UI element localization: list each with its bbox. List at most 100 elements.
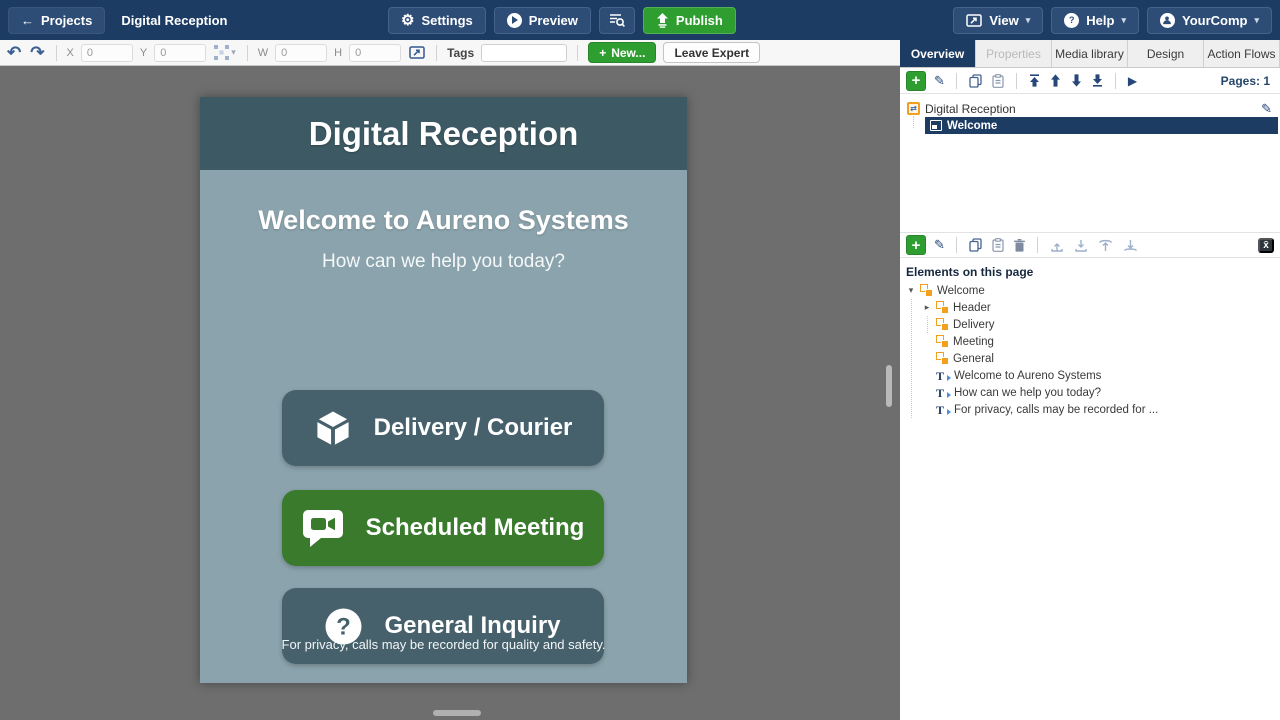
view-menu-button[interactable]: View ▾ [953,7,1043,34]
elements-header: Elements on this page [900,258,1280,282]
copy-page-button[interactable] [968,73,983,89]
move-down-button[interactable] [1070,73,1083,88]
divider [956,237,957,253]
edit-icon[interactable]: ✎ [934,237,945,253]
h-input[interactable] [349,44,401,62]
horizontal-scrollbar[interactable] [433,710,481,716]
element-item-welcome[interactable]: ▾Welcome [900,282,1280,299]
design-preview[interactable]: Digital Reception Welcome to Aureno Syst… [200,97,687,683]
divider [1037,237,1038,253]
vertical-scrollbar[interactable] [886,365,892,407]
design-body[interactable]: Welcome to Aureno Systems How can we hel… [200,170,687,683]
edit-project-button[interactable]: ✎ [1261,101,1280,117]
copy-icon [969,238,982,252]
package-icon [314,410,352,447]
account-menu-button[interactable]: YourComp ▾ [1147,7,1272,34]
element-item-welcome-to-aureno-systems[interactable]: TWelcome to Aureno Systems [900,367,1280,384]
tab-properties[interactable]: Properties [976,40,1052,67]
edit-icon[interactable]: ✎ [934,73,945,89]
design-button-general-inquiry[interactable]: ?General Inquiry [282,588,604,664]
tree-item-project[interactable]: ⇄ Digital Reception ✎ [900,100,1280,117]
send-backward-icon [1074,239,1088,252]
w-input[interactable] [275,44,327,62]
tree-item-page-welcome[interactable]: Welcome [925,117,1278,134]
publish-button[interactable]: Publish [643,7,736,34]
send-backward-button[interactable] [1073,238,1089,253]
element-item-delivery[interactable]: Delivery [900,316,1280,333]
bring-to-front-button[interactable] [1097,238,1114,253]
text-icon: T [936,370,950,382]
variables-badge-button[interactable]: x̄ [1258,238,1274,253]
element-label: General [953,353,994,365]
screen-size-icon [409,46,425,59]
element-label: Delivery [953,319,995,331]
h-label: H [334,47,342,59]
new-button[interactable]: + New... [588,42,656,63]
element-item-for-privacy-calls-may-be-recorded-for[interactable]: TFor privacy, calls may be recorded for … [900,401,1280,418]
pages-counter: Pages: 1 [1221,74,1274,88]
projects-back-label: Projects [41,13,92,28]
design-button-delivery-courier[interactable]: Delivery / Courier [282,390,604,466]
anchor-position-button[interactable]: ▾ [213,44,237,61]
run-page-button[interactable]: ▶ [1127,73,1138,89]
expander-icon[interactable]: ▸ [922,302,932,313]
help-menu-button[interactable]: ? Help ▾ [1051,7,1139,34]
play-circle-icon [507,13,522,28]
edit-toolbar: ↶ ↷ X Y ▾ W H [0,40,900,66]
tab-design[interactable]: Design [1128,40,1204,67]
element-item-general[interactable]: General [900,350,1280,367]
bring-forward-button[interactable] [1049,238,1065,253]
bring-to-front-icon [1098,239,1113,252]
element-label: Header [953,302,991,314]
y-input[interactable] [154,44,206,62]
expander-icon[interactable]: ▾ [906,285,916,296]
help-icon: ? [1064,13,1079,28]
paste-page-button[interactable] [991,73,1005,89]
element-item-meeting[interactable]: Meeting [900,333,1280,350]
log-search-button[interactable] [599,7,635,34]
chevron-down-icon: ▾ [1026,15,1031,26]
add-element-button[interactable]: + [906,235,926,255]
settings-button[interactable]: ⚙ Settings [388,7,486,34]
fit-screen-button[interactable] [408,45,426,60]
delete-element-button[interactable] [1013,238,1026,253]
tab-media-library[interactable]: Media library [1052,40,1128,67]
element-label: For privacy, calls may be recorded for .… [954,404,1158,416]
canvas-area[interactable]: Digital Reception Welcome to Aureno Syst… [0,66,900,720]
account-label: YourComp [1182,13,1247,28]
privacy-note: For privacy, calls may be recorded for q… [200,637,687,652]
right-tabs: OverviewPropertiesMedia libraryDesignAct… [900,40,1280,68]
back-arrow-icon: ← [21,13,34,28]
tab-overview[interactable]: Overview [900,40,976,67]
move-to-top-icon [1029,74,1040,87]
element-item-how-can-we-help-you-today[interactable]: THow can we help you today? [900,384,1280,401]
preview-button[interactable]: Preview [494,7,591,34]
send-to-back-button[interactable] [1122,238,1139,253]
copy-element-button[interactable] [968,237,983,253]
design-button-label: Scheduled Meeting [366,514,585,542]
undo-button[interactable]: ↶ [6,43,22,62]
redo-button[interactable]: ↷ [29,43,45,62]
paste-element-button[interactable] [991,237,1005,253]
element-label: How can we help you today? [954,387,1101,399]
undo-icon: ↶ [7,44,21,61]
x-input[interactable] [81,44,133,62]
element-item-header[interactable]: ▸ Header [900,299,1280,316]
settings-label: Settings [421,13,472,28]
page-tree-label: Welcome [947,120,997,132]
move-last-button[interactable] [1091,73,1104,88]
design-button-scheduled-meeting[interactable]: Scheduled Meeting [282,490,604,566]
projects-back-button[interactable]: ← Projects [8,7,105,34]
divider [956,73,957,89]
move-up-button[interactable] [1049,73,1062,88]
tags-input[interactable] [481,44,567,62]
leave-expert-button[interactable]: Leave Expert [663,42,760,63]
design-header[interactable]: Digital Reception [200,97,687,170]
send-to-back-icon [1123,239,1138,252]
tab-action-flows[interactable]: Action Flows [1204,40,1280,67]
add-page-button[interactable]: + [906,71,926,91]
y-label: Y [140,47,147,59]
leave-expert-label: Leave Expert [674,46,749,60]
move-first-button[interactable] [1028,73,1041,88]
design-button-label: Delivery / Courier [374,414,573,442]
